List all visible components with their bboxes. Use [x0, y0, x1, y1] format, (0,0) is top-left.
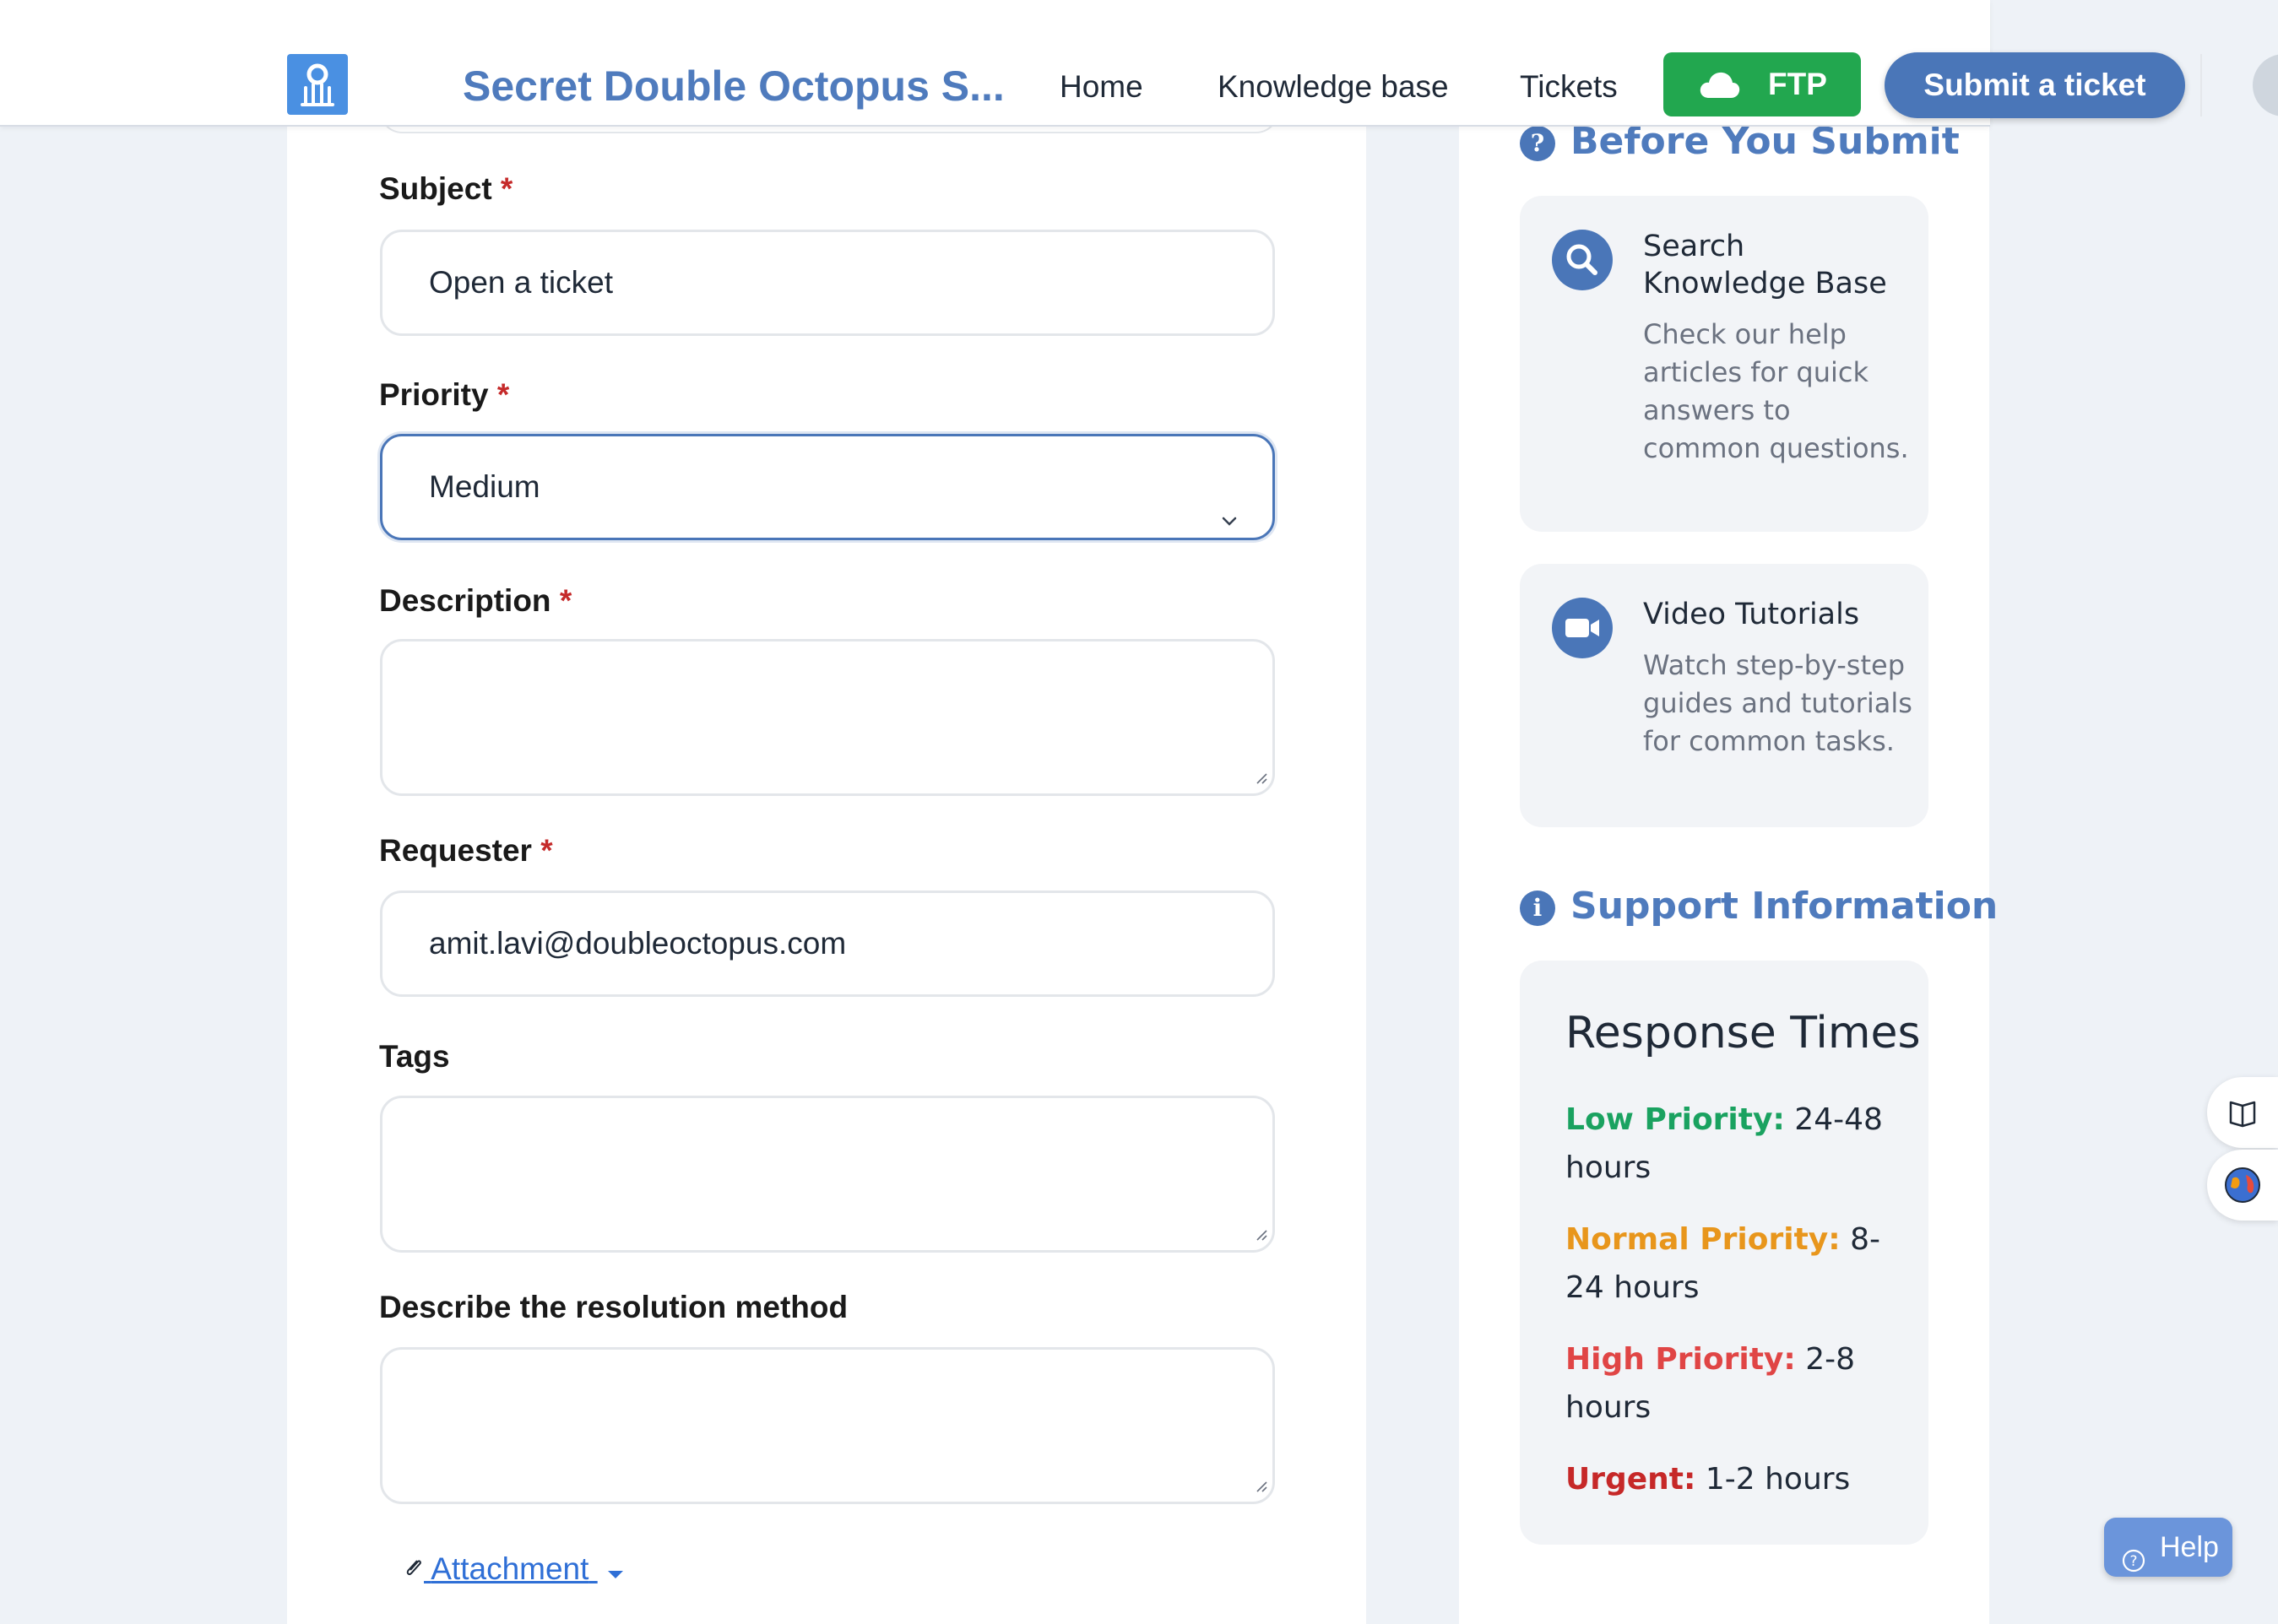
- priority-label: Priority *: [379, 377, 510, 412]
- normal-priority-line: Normal Priority: 8-24 hours: [1565, 1215, 1903, 1312]
- priority-value: Medium: [429, 469, 540, 504]
- video-text: Watch step-by-step guides and tutorials …: [1643, 649, 1912, 757]
- resolution-label: Describe the resolution method: [379, 1290, 849, 1324]
- attachment-label: Attachment: [431, 1551, 589, 1586]
- ftp-label: FTP: [1768, 67, 1827, 101]
- subject-input[interactable]: Open a ticket: [380, 230, 1275, 336]
- help-button[interactable]: ? Help: [2104, 1518, 2232, 1577]
- question-circle-icon: ?: [1520, 126, 1555, 161]
- required-marker: *: [559, 583, 572, 618]
- octopus-logo-icon[interactable]: [287, 54, 348, 115]
- avatar[interactable]: [2253, 54, 2278, 116]
- low-priority-label: Low Priority:: [1565, 1102, 1785, 1137]
- submit-ticket-button[interactable]: Submit a ticket: [1885, 52, 2185, 118]
- required-marker: *: [500, 171, 513, 206]
- subject-label: Subject *: [379, 171, 513, 206]
- info-circle-icon: i: [1520, 890, 1555, 926]
- globe-icon[interactable]: [2207, 1150, 2278, 1221]
- high-priority-label: High Priority:: [1565, 1342, 1796, 1377]
- help-label: Help: [2160, 1531, 2219, 1563]
- urgent-value: 1-2 hours: [1705, 1462, 1851, 1497]
- required-marker: *: [540, 833, 553, 868]
- tags-textarea[interactable]: [380, 1096, 1275, 1253]
- brand-title[interactable]: Secret Double Octopus S...: [463, 61, 1005, 111]
- paperclip-icon: [404, 1551, 431, 1586]
- urgent-label: Urgent:: [1565, 1462, 1696, 1497]
- ftp-button[interactable]: FTP: [1663, 52, 1861, 116]
- description-label: Description *: [379, 583, 572, 618]
- cloud-icon: [1699, 68, 1741, 109]
- normal-priority-label: Normal Priority:: [1565, 1222, 1841, 1257]
- kb-text: Check our help articles for quick answer…: [1643, 318, 1909, 464]
- kb-title: Search Knowledge Base: [1643, 230, 1887, 300]
- high-priority-line: High Priority: 2-8 hours: [1565, 1335, 1903, 1432]
- requester-input[interactable]: amit.lavi@doubleoctopus.com: [380, 890, 1275, 997]
- resize-grip-icon[interactable]: [1254, 1227, 1267, 1245]
- search-icon: [1552, 230, 1613, 290]
- video-title: Video Tutorials: [1643, 598, 1860, 631]
- header-divider: [2200, 54, 2202, 116]
- help-circle-icon: ?: [2121, 1535, 2146, 1594]
- caret-down-icon: [606, 1550, 625, 1592]
- tags-label: Tags: [379, 1039, 450, 1074]
- attachment-dropdown[interactable]: Attachment: [404, 1548, 625, 1592]
- urgent-line: Urgent: 1-2 hours: [1565, 1455, 1903, 1503]
- description-textarea[interactable]: [380, 639, 1275, 796]
- requester-label: Requester *: [379, 833, 553, 868]
- video-camera-icon: [1552, 598, 1613, 658]
- resolution-textarea[interactable]: [380, 1347, 1275, 1504]
- top-navbar: Secret Double Octopus S... Home Knowledg…: [0, 0, 2278, 127]
- low-priority-line: Low Priority: 24-48 hours: [1565, 1096, 1903, 1192]
- nav-home[interactable]: Home: [1060, 66, 1143, 108]
- required-marker: *: [496, 377, 510, 412]
- resize-grip-icon[interactable]: [1254, 1479, 1267, 1497]
- priority-select[interactable]: Medium: [380, 434, 1275, 540]
- kb-info-box[interactable]: Search Knowledge Base Check our help art…: [1520, 196, 1928, 532]
- resize-grip-icon[interactable]: [1254, 771, 1267, 788]
- support-information-title: Support Information: [1570, 885, 1999, 928]
- chevron-down-icon: [1217, 474, 1242, 575]
- nav-tickets[interactable]: Tickets: [1520, 66, 1618, 108]
- response-times-box: Response Times Low Priority: 24-48 hours…: [1520, 961, 1928, 1545]
- response-times-heading: Response Times: [1565, 1008, 1921, 1058]
- video-info-box[interactable]: Video Tutorials Watch step-by-step guide…: [1520, 564, 1928, 827]
- svg-text:?: ?: [2129, 1553, 2137, 1570]
- book-icon[interactable]: [2207, 1077, 2278, 1148]
- nav-knowledge-base[interactable]: Knowledge base: [1218, 66, 1449, 108]
